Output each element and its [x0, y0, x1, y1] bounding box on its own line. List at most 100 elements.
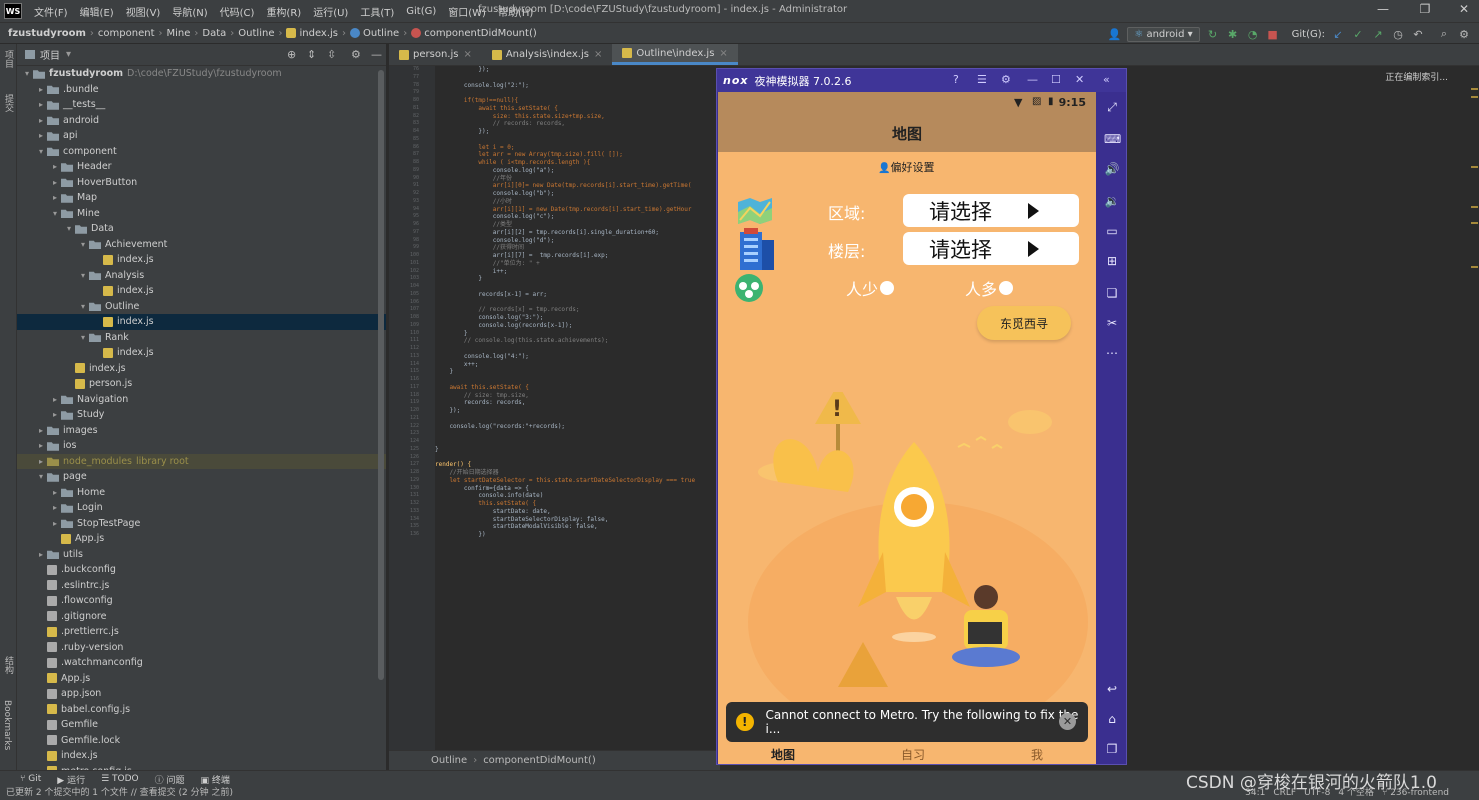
editor-crumb-class[interactable]: Outline — [431, 755, 467, 766]
breadcrumb-data[interactable]: Data — [202, 28, 226, 39]
chevron-right-icon[interactable]: ▸ — [35, 457, 47, 466]
chevron-down-icon[interactable]: ▾ — [66, 49, 71, 60]
chevron-right-icon[interactable]: ▸ — [35, 85, 47, 94]
chevron-down-icon[interactable]: ▾ — [21, 69, 33, 78]
error-stripe-mark[interactable] — [1471, 206, 1478, 208]
tree-folder[interactable]: ▾ component — [17, 144, 386, 160]
chevron-right-icon[interactable]: ▸ — [49, 503, 61, 512]
error-stripe-mark[interactable] — [1471, 266, 1478, 268]
close-tab-icon[interactable]: × — [463, 49, 471, 60]
keyboard-icon[interactable]: ⌨ — [1104, 132, 1121, 146]
chevron-down-icon[interactable]: ▾ — [35, 472, 47, 481]
tree-file[interactable]: .watchmanconfig — [17, 655, 386, 671]
git-update-icon[interactable]: ↙ — [1331, 28, 1345, 41]
collapse-sidebar-icon[interactable]: « — [1103, 73, 1110, 86]
tree-folder[interactable]: ▾ Achievement — [17, 237, 386, 253]
breadcrumb-project[interactable]: fzustudyroom — [8, 28, 86, 39]
run-tool[interactable]: ▶ 运行 — [57, 773, 85, 786]
project-panel-title[interactable]: 项目 — [40, 47, 60, 62]
radio-dot[interactable] — [880, 281, 895, 295]
tree-folder[interactable]: ▸ HoverButton — [17, 175, 386, 191]
tree-folder[interactable]: ▸ ios — [17, 438, 386, 454]
menu-icon[interactable]: ☰ — [977, 73, 987, 86]
tab-study[interactable]: 自习 — [901, 746, 925, 763]
more-icon[interactable]: ⋯ — [1104, 346, 1120, 360]
menu-edit[interactable]: 编辑(E) — [74, 4, 120, 19]
tree-folder[interactable]: ▾ page — [17, 469, 386, 485]
settings-icon[interactable]: ⚙ — [1457, 28, 1471, 41]
chevron-right-icon[interactable]: ▸ — [35, 116, 47, 125]
close-tab-icon[interactable]: × — [719, 48, 727, 59]
tree-folder[interactable]: ▸ images — [17, 423, 386, 439]
expand-all-icon[interactable]: ⇕ — [307, 48, 316, 61]
tree-file[interactable]: app.json — [17, 686, 386, 702]
fullscreen-icon[interactable]: ⤢ — [1104, 100, 1120, 115]
tree-file[interactable]: person.js — [17, 376, 386, 392]
recent-apps-icon[interactable]: ❐ — [1104, 742, 1120, 756]
close-tab-icon[interactable]: × — [594, 49, 602, 60]
chevron-down-icon[interactable]: ▾ — [77, 333, 89, 342]
tree-folder[interactable]: ▸ node_modules library root — [17, 453, 386, 469]
chevron-right-icon[interactable]: ▸ — [35, 550, 47, 559]
chevron-down-icon[interactable]: ▾ — [77, 302, 89, 311]
chevron-down-icon[interactable]: ▾ — [35, 147, 47, 156]
error-stripe-mark[interactable] — [1471, 166, 1478, 168]
tab-analysis-index-js[interactable]: Analysis\index.js × — [482, 44, 613, 65]
chevron-right-icon[interactable]: ▸ — [49, 193, 61, 202]
breadcrumb-outline[interactable]: Outline — [238, 28, 274, 39]
tree-folder[interactable]: ▸ Navigation — [17, 392, 386, 408]
tree-file[interactable]: index.js — [17, 252, 386, 268]
tree-file[interactable]: index.js — [17, 314, 386, 330]
chevron-right-icon[interactable]: ▸ — [49, 488, 61, 497]
tree-file[interactable]: index.js — [17, 345, 386, 361]
breadcrumb-method[interactable]: componentDidMount() — [424, 28, 537, 39]
stop-icon[interactable]: ■ — [1266, 28, 1280, 41]
tree-file[interactable]: .flowconfig — [17, 593, 386, 609]
tree-folder[interactable]: ▾ Analysis — [17, 268, 386, 284]
tree-file[interactable]: index.js — [17, 283, 386, 299]
tab-map[interactable]: 地图 — [771, 746, 795, 763]
tree-folder[interactable]: ▸ api — [17, 128, 386, 144]
tree-folder[interactable]: ▸ Study — [17, 407, 386, 423]
breadcrumb-class[interactable]: Outline — [363, 28, 399, 39]
volume-up-icon[interactable]: 🔊 — [1104, 162, 1120, 176]
tree-folder[interactable]: ▸ StopTestPage — [17, 516, 386, 532]
minimize-icon[interactable]: — — [1368, 2, 1398, 16]
chevron-right-icon[interactable]: ▸ — [35, 100, 47, 109]
code-editor[interactable]: }); console.log("2:"); if(tmp!==null){ a… — [435, 66, 720, 750]
tree-folder[interactable]: ▾ fzustudyroom D:\code\FZUStudy\fzustudyro… — [17, 66, 386, 82]
menu-view[interactable]: 视图(V) — [120, 4, 167, 19]
git-tool[interactable]: ⑂ Git — [20, 774, 41, 784]
tree-folder[interactable]: ▸ Login — [17, 500, 386, 516]
preferences-link[interactable]: 👤偏好设置 — [878, 159, 934, 175]
minimize-icon[interactable]: — — [1027, 73, 1038, 86]
tree-file[interactable]: .prettierrc.js — [17, 624, 386, 640]
tree-file[interactable]: Gemfile.lock — [17, 733, 386, 749]
breadcrumb-file[interactable]: index.js — [299, 28, 338, 39]
chevron-down-icon[interactable]: ▾ — [63, 224, 75, 233]
tree-folder[interactable]: ▸ __tests__ — [17, 97, 386, 113]
tree-folder[interactable]: ▾ Data — [17, 221, 386, 237]
radio-many-people[interactable]: 人多 — [965, 276, 1014, 300]
install-apk-icon[interactable]: ⊞ — [1104, 254, 1120, 268]
tree-folder[interactable]: ▸ Map — [17, 190, 386, 206]
menu-git[interactable]: Git(G) — [400, 6, 442, 17]
editor-crumb-method[interactable]: componentDidMount() — [483, 755, 596, 766]
tree-scrollbar[interactable] — [378, 70, 384, 680]
search-icon[interactable]: ⌕ — [1437, 27, 1451, 41]
chevron-right-icon[interactable]: ▸ — [49, 162, 61, 171]
area-select[interactable]: 请选择 — [903, 194, 1079, 227]
tab-bookmarks[interactable]: Bookmarks — [2, 700, 12, 750]
radio-dot[interactable] — [999, 281, 1014, 295]
chevron-right-icon[interactable]: ▸ — [35, 131, 47, 140]
chevron-right-icon[interactable]: ▸ — [49, 410, 61, 419]
tree-file[interactable]: App.js — [17, 531, 386, 547]
tree-folder[interactable]: ▸ android — [17, 113, 386, 129]
breadcrumb-component[interactable]: component — [98, 28, 155, 39]
tree-file[interactable]: .buckconfig — [17, 562, 386, 578]
menu-navigate[interactable]: 导航(N) — [166, 4, 213, 19]
chevron-down-icon[interactable]: ▾ — [77, 240, 89, 249]
hide-panel-icon[interactable]: — — [371, 48, 382, 61]
tree-folder[interactable]: ▸ Header — [17, 159, 386, 175]
todo-tool[interactable]: ☰ TODO — [101, 774, 139, 784]
